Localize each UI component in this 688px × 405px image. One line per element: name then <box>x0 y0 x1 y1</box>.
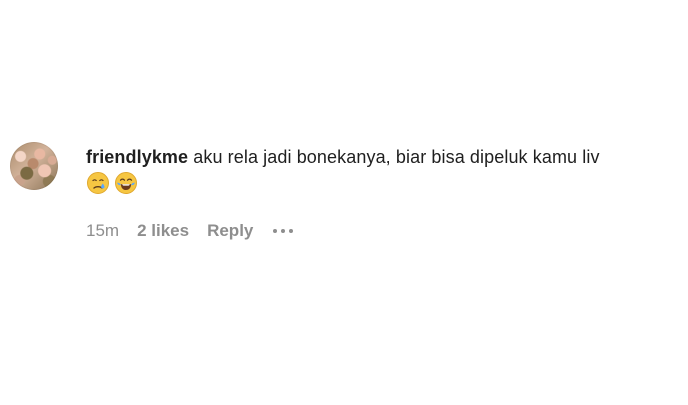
emoji-row <box>86 170 680 196</box>
comment-content: friendlykme aku rela jadi bonekanya, bia… <box>86 142 680 242</box>
likes-count[interactable]: 2 likes <box>137 220 189 242</box>
comment-item: friendlykme aku rela jadi bonekanya, bia… <box>10 142 680 242</box>
dot <box>281 229 286 233</box>
comment-time[interactable]: 15m <box>86 220 119 242</box>
username-link[interactable]: friendlykme <box>86 147 188 167</box>
dot <box>289 229 294 233</box>
ellipsis-icon[interactable] <box>271 229 295 233</box>
reply-button[interactable]: Reply <box>207 220 253 242</box>
comment-meta: 15m 2 likes Reply <box>86 220 680 242</box>
comment-text: aku rela jadi bonekanya, biar bisa dipel… <box>188 147 600 167</box>
comment-text-block: friendlykme aku rela jadi bonekanya, bia… <box>86 144 680 170</box>
crying-face-icon <box>86 171 110 195</box>
dot <box>273 229 278 233</box>
comment-page: friendlykme aku rela jadi bonekanya, bia… <box>0 0 688 405</box>
avatar[interactable] <box>10 142 58 190</box>
tears-of-joy-icon <box>114 171 138 195</box>
